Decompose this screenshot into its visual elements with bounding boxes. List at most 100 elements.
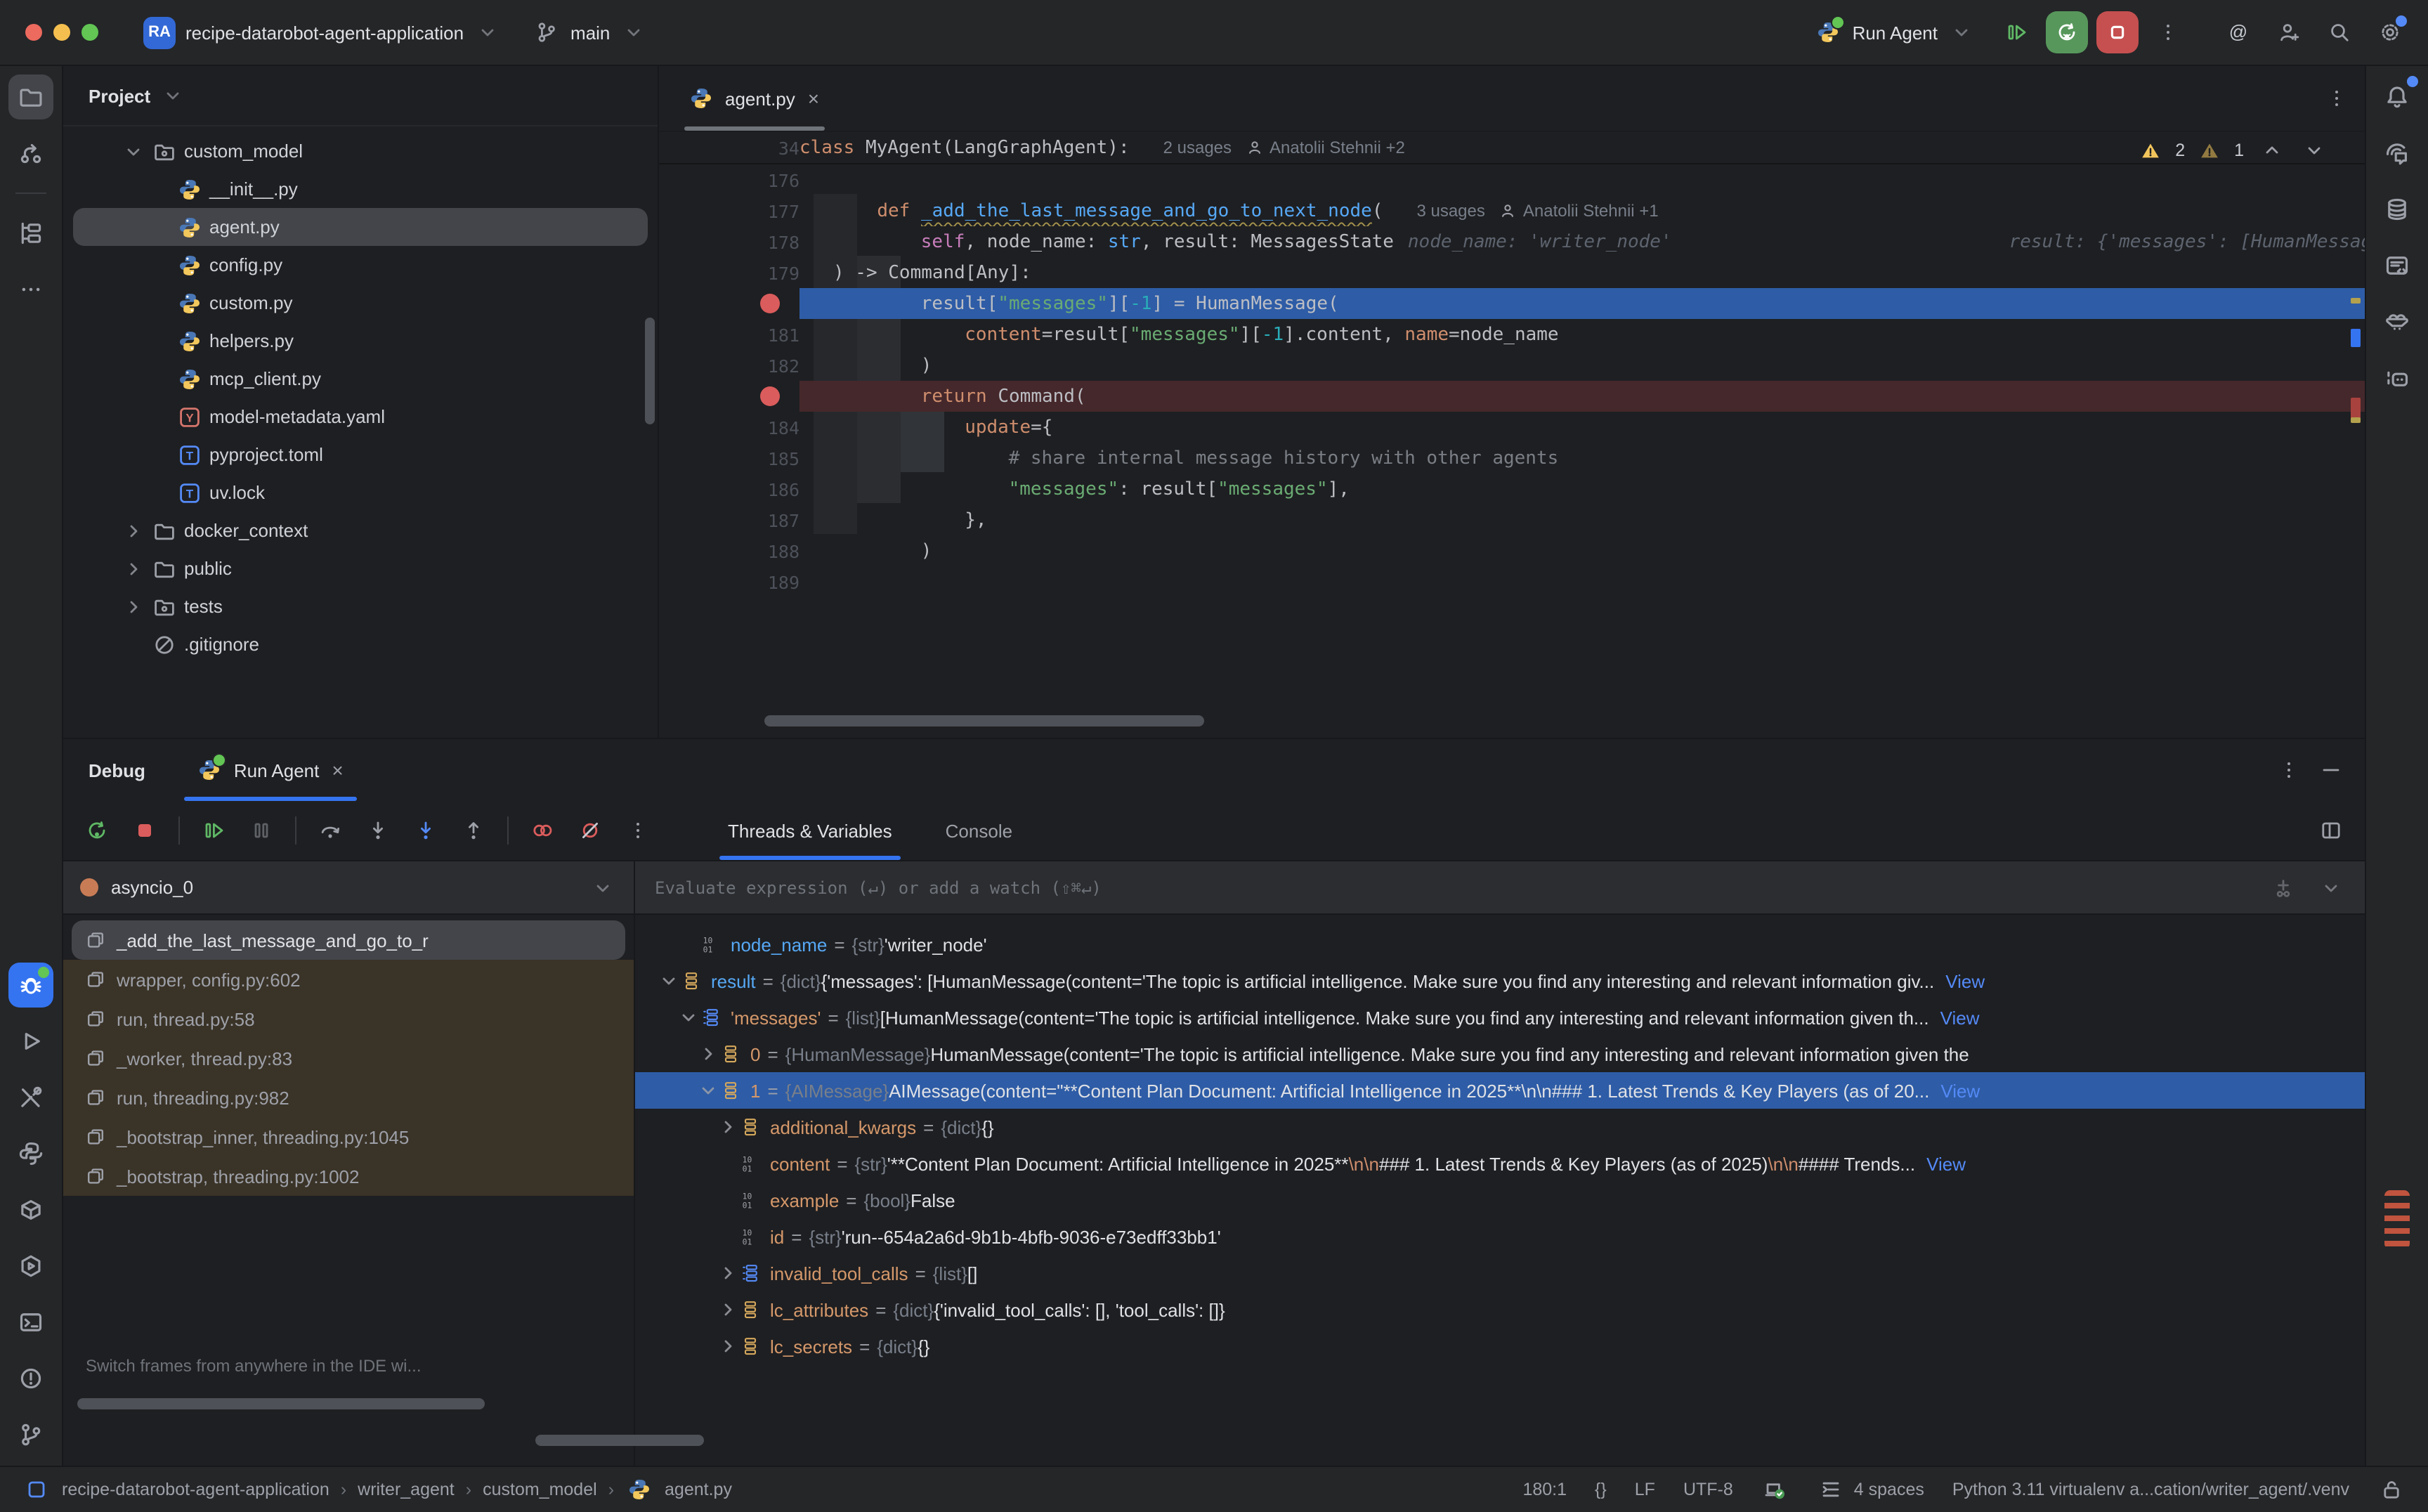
code-text[interactable] [799, 164, 2365, 195]
chevron-right-icon[interactable] [122, 557, 145, 580]
author-hint[interactable]: Anatolii Stehnii +2 [1246, 138, 1405, 157]
breakpoint-dot[interactable] [760, 294, 780, 313]
rerun-button[interactable] [83, 816, 111, 845]
close-window-button[interactable] [25, 24, 42, 41]
code-area[interactable]: 34class MyAgent(LangGraphAgent):2 usages… [659, 132, 2365, 738]
code-text[interactable]: return Command( [799, 381, 2365, 412]
line-separator-widget[interactable]: LF [1635, 1480, 1655, 1499]
tool-project-button[interactable] [8, 74, 53, 119]
debug-options-kebab-icon[interactable] [2275, 756, 2303, 784]
variable-lc_secrets[interactable]: lc_secrets={dict} {} [635, 1328, 2365, 1364]
chevron-down-icon[interactable] [658, 970, 680, 992]
frame--bootstrap-inner[interactable]: _bootstrap_inner, threading.py:1045 [63, 1117, 634, 1156]
variable-invalid_tool_calls[interactable]: invalid_tool_calls={list} [] [635, 1255, 2365, 1291]
gutter-line-186[interactable]: 186 [659, 474, 799, 504]
tool-notifications-button[interactable] [2375, 74, 2420, 119]
chevron-right-icon[interactable] [122, 519, 145, 542]
tool-commit-button[interactable] [8, 131, 53, 176]
vcs-status-widget[interactable] [1761, 1475, 1789, 1504]
branch-widget[interactable]: main [521, 13, 659, 52]
gutter-line-178[interactable]: 178 [659, 226, 799, 257]
view-link[interactable]: View [1940, 1080, 1980, 1101]
code-text[interactable]: update={ [799, 412, 2365, 443]
indentation-widget[interactable]: 4 spaces [1817, 1475, 1924, 1504]
frame-run[interactable]: run, threading.py:982 [63, 1078, 634, 1117]
interpreter-widget[interactable]: Python 3.11 virtualenv a...cation/writer… [1952, 1480, 2349, 1499]
stop-button[interactable] [2096, 11, 2139, 53]
chevron-down-icon[interactable] [697, 1079, 719, 1102]
tree-item-custom-py[interactable]: custom.py [73, 284, 648, 322]
zoom-window-button[interactable] [81, 24, 98, 41]
resume-program-button[interactable] [1995, 11, 2037, 53]
variable-0[interactable]: 0={HumanMessage} HumanMessage(content='T… [635, 1036, 2365, 1072]
code-text[interactable]: self, node_name: str, result: MessagesSt… [799, 226, 2365, 257]
tree-item-tests[interactable]: tests [73, 587, 648, 625]
caret-position-widget[interactable]: 180:1 [1522, 1480, 1567, 1499]
frame-wrapper[interactable]: wrapper, config.py:602 [63, 960, 634, 999]
frame-run[interactable]: run, thread.py:58 [63, 999, 634, 1038]
code-text[interactable]: "messages": result["messages"], [799, 474, 2365, 504]
editor-tab-agent-py[interactable]: agent.py × [673, 66, 836, 131]
gutter-line-185[interactable]: 185 [659, 443, 799, 474]
mute-bp-button[interactable] [576, 816, 604, 845]
code-text[interactable]: ) -> Command[Any]: [799, 257, 2365, 288]
variable-additional_kwargs[interactable]: additional_kwargs={dict} {} [635, 1109, 2365, 1145]
chevron-down-icon[interactable] [122, 140, 145, 162]
close-tab-button[interactable]: × [805, 87, 822, 110]
tool-problems-button[interactable] [8, 1356, 53, 1401]
chevron-right-icon[interactable] [717, 1262, 739, 1284]
search-everywhere-button[interactable] [2318, 11, 2361, 53]
close-debug-tab-button[interactable]: × [329, 759, 346, 781]
code-style-widget[interactable]: {} [1595, 1480, 1607, 1499]
frames-scrollbar[interactable] [77, 1398, 485, 1409]
tree-item--init-py[interactable]: __init__.py [73, 170, 648, 208]
breadcrumb-item[interactable]: recipe-datarobot-agent-application [62, 1480, 329, 1499]
chevron-down-icon[interactable] [677, 1006, 700, 1029]
breadcrumb-file[interactable]: agent.py [665, 1480, 732, 1499]
code-text[interactable]: def _add_the_last_message_and_go_to_next… [799, 195, 2365, 226]
evaluate-expression-bar[interactable]: Evaluate expression (↵) or add a watch (… [635, 861, 2365, 915]
debug-view-tab-console[interactable]: Console [937, 801, 1021, 860]
view-link[interactable]: View [1945, 970, 1985, 991]
code-text[interactable] [799, 566, 2365, 597]
stop-filled-button[interactable] [131, 816, 159, 845]
tool-run-button[interactable] [8, 1019, 53, 1064]
gutter-line-189[interactable]: 189 [659, 566, 799, 597]
tool-python-packages-button[interactable] [8, 1187, 53, 1232]
pause-button[interactable] [247, 816, 275, 845]
prev-problem-chevron-icon[interactable] [2258, 136, 2286, 164]
gutter-line-179[interactable]: 179 [659, 257, 799, 288]
gutter-line-176[interactable]: 176 [659, 164, 799, 195]
ai-assistant-button[interactable]: @ [2217, 11, 2259, 53]
tool-python-console-button[interactable] [8, 1131, 53, 1176]
editor-options-kebab-icon[interactable] [2323, 84, 2351, 112]
editor-error-stripe[interactable] [2348, 131, 2365, 738]
gutter-line-187[interactable]: 187 [659, 504, 799, 535]
tool-database-button[interactable] [2375, 187, 2420, 232]
tool-debug-button[interactable] [8, 963, 53, 1008]
tool-more-button[interactable] [8, 267, 53, 312]
add-watch-icon[interactable] [2269, 873, 2297, 901]
tree-item-pyproject-toml[interactable]: Tpyproject.toml [73, 436, 648, 474]
usages-hint[interactable]: 2 usages [1163, 138, 1232, 157]
chevron-right-icon[interactable] [717, 1116, 739, 1138]
tree-item-docker-context[interactable]: docker_context [73, 511, 648, 549]
code-text[interactable]: class MyAgent(LangGraphAgent):2 usagesAn… [799, 132, 2365, 163]
tree-item--gitignore[interactable]: .gitignore [73, 625, 648, 663]
variable-result[interactable]: result={dict} {'messages': [HumanMessage… [635, 963, 2365, 999]
chevron-right-icon[interactable] [697, 1043, 719, 1065]
read-write-lock-widget[interactable] [2377, 1475, 2406, 1504]
restart-debug-button[interactable] [2046, 11, 2088, 53]
editor-horizontal-scrollbar[interactable] [764, 715, 1204, 726]
minimize-window-button[interactable] [53, 24, 70, 41]
chevron-right-icon[interactable] [717, 1335, 739, 1357]
code-with-me-button[interactable] [2268, 11, 2310, 53]
variable-example[interactable]: 1001example={bool} False [635, 1182, 2365, 1218]
tree-item-custom-model[interactable]: custom_model [73, 132, 648, 170]
gutter-line-180[interactable] [659, 288, 799, 319]
breadcrumb-item[interactable]: custom_model [483, 1480, 597, 1499]
debug-view-tab-threads-variables[interactable]: Threads & Variables [719, 801, 901, 860]
gutter-line-34[interactable]: 34 [659, 132, 799, 163]
tool-services-button[interactable] [8, 1244, 53, 1289]
layout-settings-button[interactable] [2317, 816, 2345, 845]
